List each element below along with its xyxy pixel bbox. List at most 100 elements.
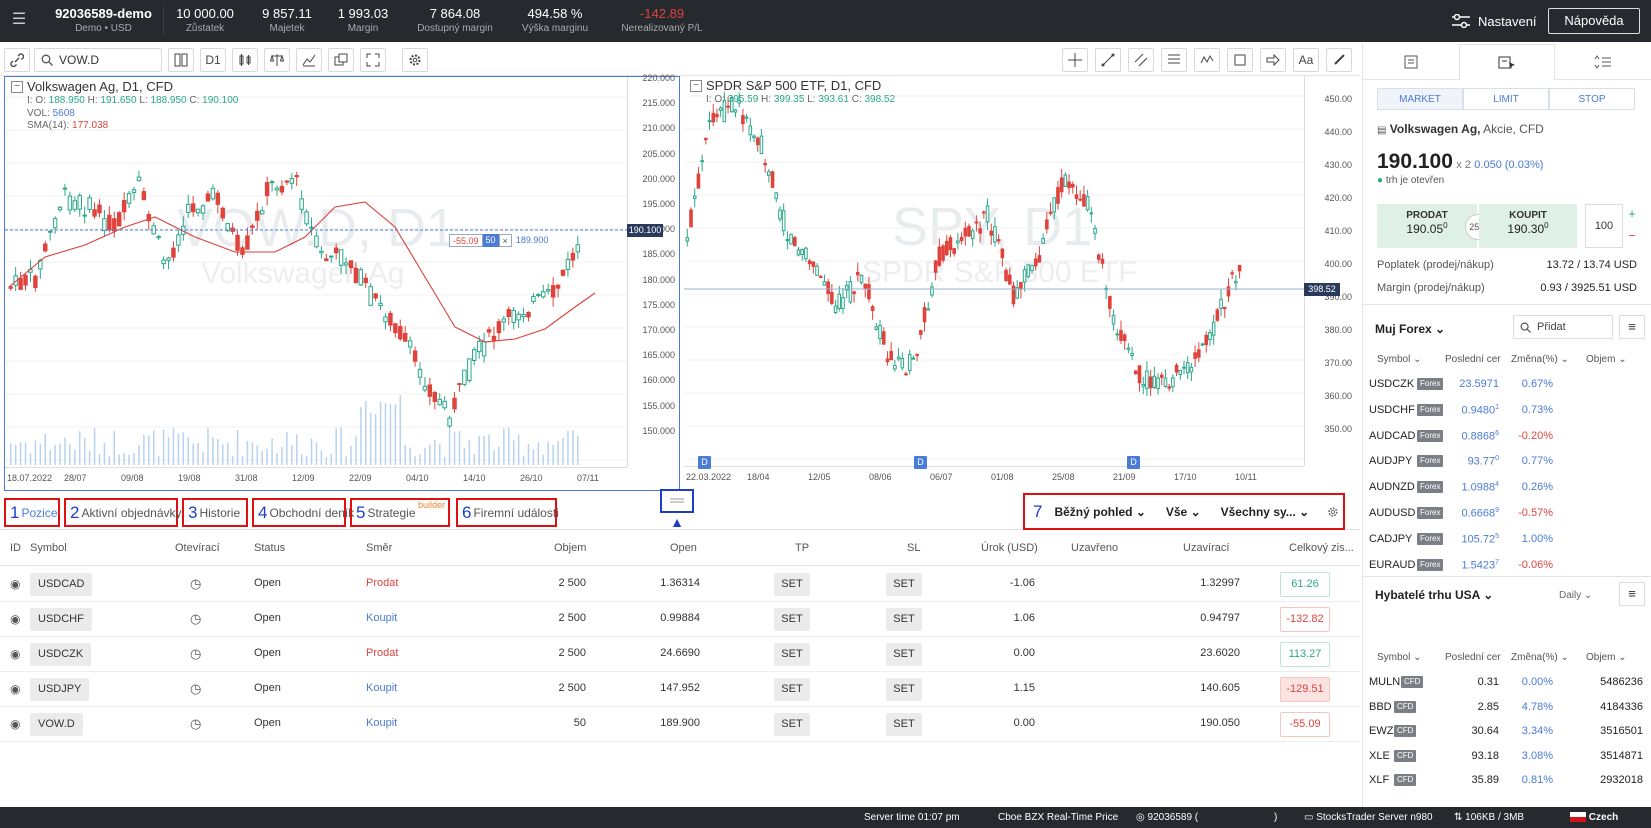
movers-row[interactable]: BBD CFD 2.85 4.78% 4184336 bbox=[1369, 695, 1649, 720]
watchlist-row[interactable]: AUDCAD Forex 0.88686 -0.20% bbox=[1369, 424, 1649, 449]
symbol-search-input[interactable]: VOW.D bbox=[34, 48, 162, 72]
text-tool-button[interactable]: Aa bbox=[1293, 48, 1319, 72]
user-status[interactable]: ◎ 92036589 ( bbox=[1136, 812, 1198, 823]
fx-col-volume[interactable]: Objem ⌄ bbox=[1586, 354, 1627, 365]
mv-col-symbol[interactable]: Symbol ⌄ bbox=[1377, 652, 1422, 663]
help-button[interactable]: Nápověda bbox=[1548, 8, 1640, 34]
shape-icon[interactable] bbox=[1227, 48, 1253, 72]
mv-col-change[interactable]: Změna(%) ⌄ bbox=[1511, 652, 1569, 663]
eye-icon[interactable]: ◉ bbox=[10, 647, 20, 661]
watchlist-row[interactable]: AUDJPY Forex 93.770 0.77% bbox=[1369, 449, 1649, 474]
watchlist-row[interactable]: USDCZK Forex 23.5971 0.67% bbox=[1369, 372, 1649, 397]
set-sl-button[interactable]: SET bbox=[886, 643, 922, 666]
sell-button[interactable]: PRODAT 190.050 bbox=[1377, 204, 1477, 248]
eye-icon[interactable]: ◉ bbox=[10, 612, 20, 626]
movers-row[interactable]: XLE CFD 93.18 3.08% 3514871 bbox=[1369, 744, 1649, 769]
set-tp-button[interactable]: SET bbox=[774, 713, 810, 736]
watchlist-row[interactable]: USDCHF Forex 0.94801 0.73% bbox=[1369, 398, 1649, 423]
fx-col-last[interactable]: Poslední cer bbox=[1445, 354, 1501, 365]
gear-icon[interactable] bbox=[402, 48, 428, 72]
clock-icon[interactable]: ◷ bbox=[190, 611, 201, 627]
watchlist-menu-icon[interactable]: ≡ bbox=[1619, 315, 1645, 339]
account-info[interactable]: 92036589-demo Demo • USD bbox=[44, 6, 164, 36]
mv-col-last[interactable]: Poslední cer bbox=[1445, 652, 1501, 663]
dividend-marker[interactable]: D bbox=[1127, 456, 1140, 469]
fx-col-symbol[interactable]: Symbol ⌄ bbox=[1377, 354, 1422, 365]
order-type-limit[interactable]: LIMIT bbox=[1463, 88, 1549, 110]
movers-title[interactable]: Hybatelé trhu USA ⌄ bbox=[1375, 588, 1493, 602]
dividend-marker[interactable]: D bbox=[698, 456, 711, 469]
tab-order[interactable] bbox=[1459, 44, 1555, 80]
tab-corporate-events[interactable]: 6 Firemní události bbox=[456, 498, 559, 527]
watchlist-row[interactable]: AUDNZD Forex 1.09884 0.26% bbox=[1369, 475, 1649, 500]
crosshair-icon[interactable] bbox=[1062, 48, 1088, 72]
settings-button[interactable]: Nastavení bbox=[1452, 10, 1537, 32]
tab-journal[interactable]: 4 Obchodní deník bbox=[252, 498, 354, 527]
chart-spy[interactable]: SPY, D1 SPDR S&P 500 ETF − SPDR S&P 500 … bbox=[684, 76, 1356, 491]
clock-icon[interactable]: ◷ bbox=[190, 681, 201, 697]
order-line[interactable]: -55.09 50 × 189.900 bbox=[449, 234, 552, 247]
dividend-marker[interactable]: D bbox=[914, 456, 927, 469]
table-row[interactable]: ◉ USDJPY ◷ Open Koupit 2 500 147.952 SET SET 1.15… bbox=[0, 672, 1360, 707]
view-select[interactable]: Běžný pohled ⌄ bbox=[1054, 505, 1145, 519]
watchlist-title[interactable]: Muj Forex ⌄ bbox=[1375, 322, 1445, 336]
indicators-icon[interactable] bbox=[296, 48, 322, 72]
set-tp-button[interactable]: SET bbox=[774, 608, 810, 631]
price-axis[interactable]: 450.00 440.00 430.00 420.00 410.00 400.00 390.… bbox=[1304, 76, 1356, 466]
tab-depth[interactable] bbox=[1555, 44, 1651, 80]
symbol-chip[interactable]: USDCZK bbox=[30, 643, 92, 666]
tab-strategy[interactable]: 5 Strategie builder bbox=[350, 498, 450, 527]
brush-icon[interactable] bbox=[1326, 48, 1352, 72]
watchlist-row[interactable]: AUDUSD Forex 0.66689 -0.57% bbox=[1369, 501, 1649, 526]
eye-icon[interactable]: ◉ bbox=[10, 682, 20, 696]
period-select[interactable]: Daily ⌄ bbox=[1559, 590, 1592, 601]
link-icon[interactable] bbox=[4, 48, 30, 72]
close-icon[interactable]: × bbox=[498, 234, 512, 247]
movers-row[interactable]: XLF CFD 35.89 0.81% 2932018 bbox=[1369, 768, 1649, 793]
server-name[interactable]: ▭ StocksTrader Server n980 bbox=[1304, 812, 1433, 823]
minus-icon[interactable]: − bbox=[1625, 226, 1639, 248]
filter-select[interactable]: Vše ⌄ bbox=[1166, 505, 1201, 519]
set-sl-button[interactable]: SET bbox=[886, 713, 922, 736]
symbol-chip[interactable]: USDCHF bbox=[30, 608, 92, 631]
tab-active-orders[interactable]: 2 Aktivní objednávky bbox=[64, 498, 182, 527]
watchlist-row[interactable]: CADJPY Forex 105.725 1.00% bbox=[1369, 527, 1649, 552]
set-sl-button[interactable]: SET bbox=[886, 608, 922, 631]
table-row[interactable]: ◉ USDCAD ◷ Open Prodat 2 500 1.36314 SET SET -1.0… bbox=[0, 567, 1360, 602]
table-row[interactable]: ◉ VOW.D ◷ Open Koupit 50 189.900 SET SET 0.00 190.… bbox=[0, 707, 1360, 742]
tab-positions[interactable]: 1 Pozice bbox=[4, 498, 60, 527]
channel-icon[interactable] bbox=[1128, 48, 1154, 72]
collapse-icon[interactable]: − bbox=[690, 80, 702, 92]
set-sl-button[interactable]: SET bbox=[886, 573, 922, 596]
eye-icon[interactable]: ◉ bbox=[10, 717, 20, 731]
set-tp-button[interactable]: SET bbox=[774, 678, 810, 701]
fibonacci-icon[interactable] bbox=[1161, 48, 1187, 72]
set-tp-button[interactable]: SET bbox=[774, 573, 810, 596]
language-select[interactable]: Czech bbox=[1570, 812, 1618, 823]
clock-icon[interactable]: ◷ bbox=[190, 716, 201, 732]
gear-icon[interactable] bbox=[1327, 505, 1339, 519]
tab-list[interactable] bbox=[1363, 44, 1459, 80]
symbol-chip[interactable]: USDCAD bbox=[30, 573, 93, 596]
movers-row[interactable]: MULN CFD 0.31 0.00% 5486236 bbox=[1369, 670, 1649, 695]
scales-icon[interactable] bbox=[264, 48, 290, 72]
table-row[interactable]: ◉ USDCHF ◷ Open Koupit 2 500 0.99884 SET SET 1.06… bbox=[0, 602, 1360, 637]
fullscreen-icon[interactable] bbox=[360, 48, 386, 72]
movers-row[interactable]: EWZ CFD 30.64 3.34% 3516501 bbox=[1369, 719, 1649, 744]
layout-icon[interactable] bbox=[168, 48, 194, 72]
buy-button[interactable]: KOUPIT 190.300 bbox=[1479, 204, 1577, 248]
clock-icon[interactable]: ◷ bbox=[190, 646, 201, 662]
movers-menu-icon[interactable]: ≡ bbox=[1619, 582, 1645, 606]
movers-list[interactable]: MULN CFD 0.31 0.00% 5486236 BBD CFD 2.85 4.78% 41… bbox=[1363, 664, 1651, 804]
forex-list[interactable]: USDCZK Forex 23.5971 0.67% USDCHF Forex 0.9480… bbox=[1363, 366, 1651, 576]
arrow-icon[interactable] bbox=[1260, 48, 1286, 72]
add-symbol-input[interactable]: Přidat bbox=[1513, 315, 1613, 339]
tab-history[interactable]: 3 Historie bbox=[182, 498, 248, 527]
symbol-chip[interactable]: VOW.D bbox=[30, 713, 83, 736]
plus-icon[interactable]: + bbox=[1625, 204, 1639, 226]
collapse-icon[interactable]: − bbox=[11, 81, 23, 93]
timeframe-button[interactable]: D1 bbox=[200, 48, 226, 72]
set-tp-button[interactable]: SET bbox=[774, 643, 810, 666]
symbols-select[interactable]: Všechny sy... ⌄ bbox=[1221, 505, 1310, 519]
fx-col-change[interactable]: Změna(%) ⌄ bbox=[1511, 354, 1569, 365]
